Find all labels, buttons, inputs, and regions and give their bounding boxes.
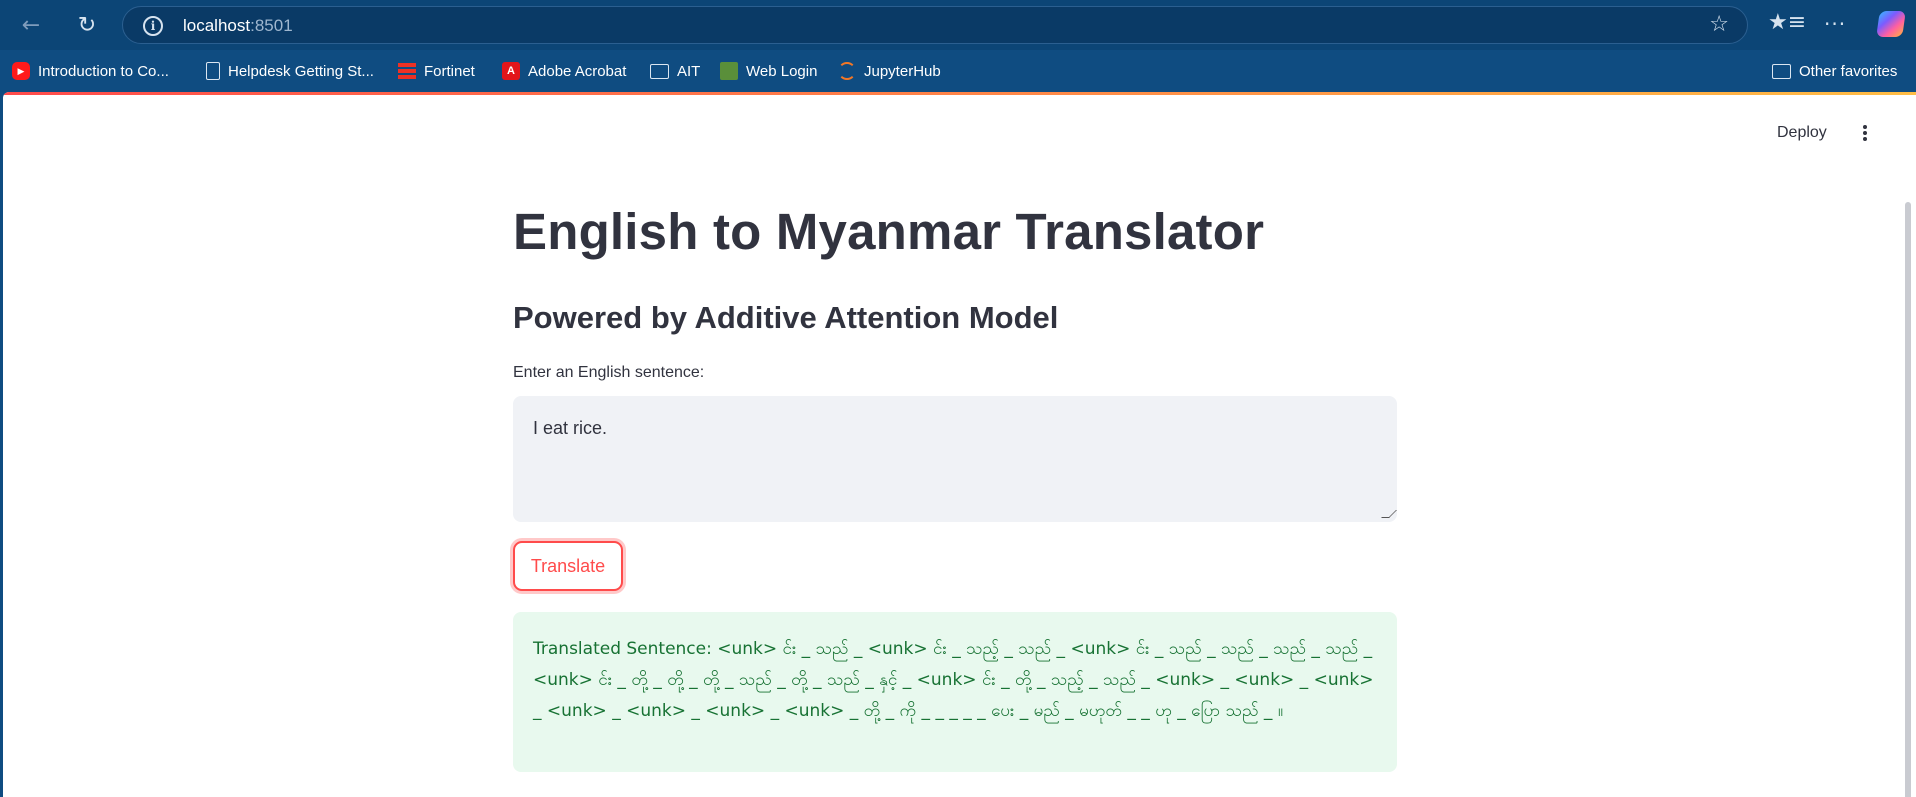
favorites-icon[interactable]: ★≡ (1768, 10, 1806, 35)
page-viewport: Deploy English to Myanmar Translator Pow… (3, 92, 1916, 797)
main-menu-icon[interactable] (1859, 122, 1871, 144)
other-favorites[interactable]: Other favorites (1772, 60, 1897, 82)
fortinet-icon (398, 63, 416, 79)
more-menu-icon[interactable]: ··· (1824, 12, 1846, 36)
site-info-icon[interactable]: i (143, 16, 163, 36)
jupyter-icon (838, 62, 856, 80)
favorite-star-icon[interactable]: ☆ (1709, 12, 1729, 37)
browser-toolbar: ← ↻ i localhost:8501 ☆ ★≡ ··· (0, 0, 1916, 50)
folder-icon (650, 63, 669, 79)
document-icon (206, 62, 220, 80)
youtube-icon: ▶ (12, 62, 30, 80)
bookmark-label: Web Login (746, 62, 818, 80)
translation-result: Translated Sentence: <unk> င်း _ သည် _ <… (513, 612, 1397, 772)
translate-button[interactable]: Translate (513, 541, 623, 591)
url-text[interactable]: localhost:8501 (183, 16, 293, 36)
address-bar[interactable]: i localhost:8501 ☆ (122, 6, 1748, 44)
bookmark-introduction[interactable]: ▶ Introduction to Co... (12, 60, 169, 82)
sentence-input[interactable]: I eat rice. (513, 396, 1397, 522)
favorites-bar: ▶ Introduction to Co... Helpdesk Getting… (0, 52, 1916, 88)
back-icon[interactable]: ← (14, 8, 48, 42)
page-subtitle: Powered by Additive Attention Model (513, 300, 1059, 335)
url-port: :8501 (250, 16, 293, 35)
bookmark-jupyterhub[interactable]: JupyterHub (838, 60, 941, 82)
sentence-input-value: I eat rice. (533, 418, 608, 438)
resize-handle-icon[interactable] (1381, 510, 1397, 518)
page-title: English to Myanmar Translator (513, 203, 1265, 260)
web-login-icon (720, 62, 738, 80)
url-host: localhost (183, 16, 251, 35)
bookmark-label: JupyterHub (864, 62, 941, 80)
acrobat-icon: A (502, 62, 520, 80)
other-favorites-label: Other favorites (1799, 62, 1898, 80)
bookmark-fortinet[interactable]: Fortinet (398, 60, 475, 82)
input-label: Enter an English sentence: (513, 364, 705, 381)
bookmark-helpdesk[interactable]: Helpdesk Getting St... (206, 60, 374, 82)
bookmark-acrobat[interactable]: A Adobe Acrobat (502, 60, 626, 82)
bookmark-label: Adobe Acrobat (528, 62, 627, 80)
copilot-icon[interactable] (1876, 11, 1906, 37)
bookmark-ait[interactable]: AIT (650, 60, 700, 82)
bookmark-label: AIT (677, 62, 701, 80)
bookmark-label: Fortinet (424, 62, 475, 80)
bookmark-label: Helpdesk Getting St... (228, 62, 374, 80)
bookmark-label: Introduction to Co... (38, 62, 169, 80)
bookmark-web-login[interactable]: Web Login (720, 60, 817, 82)
header-decoration (3, 92, 1916, 95)
scrollbar[interactable] (1905, 202, 1911, 797)
reload-icon[interactable]: ↻ (70, 8, 104, 42)
folder-icon (1772, 63, 1791, 79)
deploy-button[interactable]: Deploy (1777, 124, 1827, 142)
